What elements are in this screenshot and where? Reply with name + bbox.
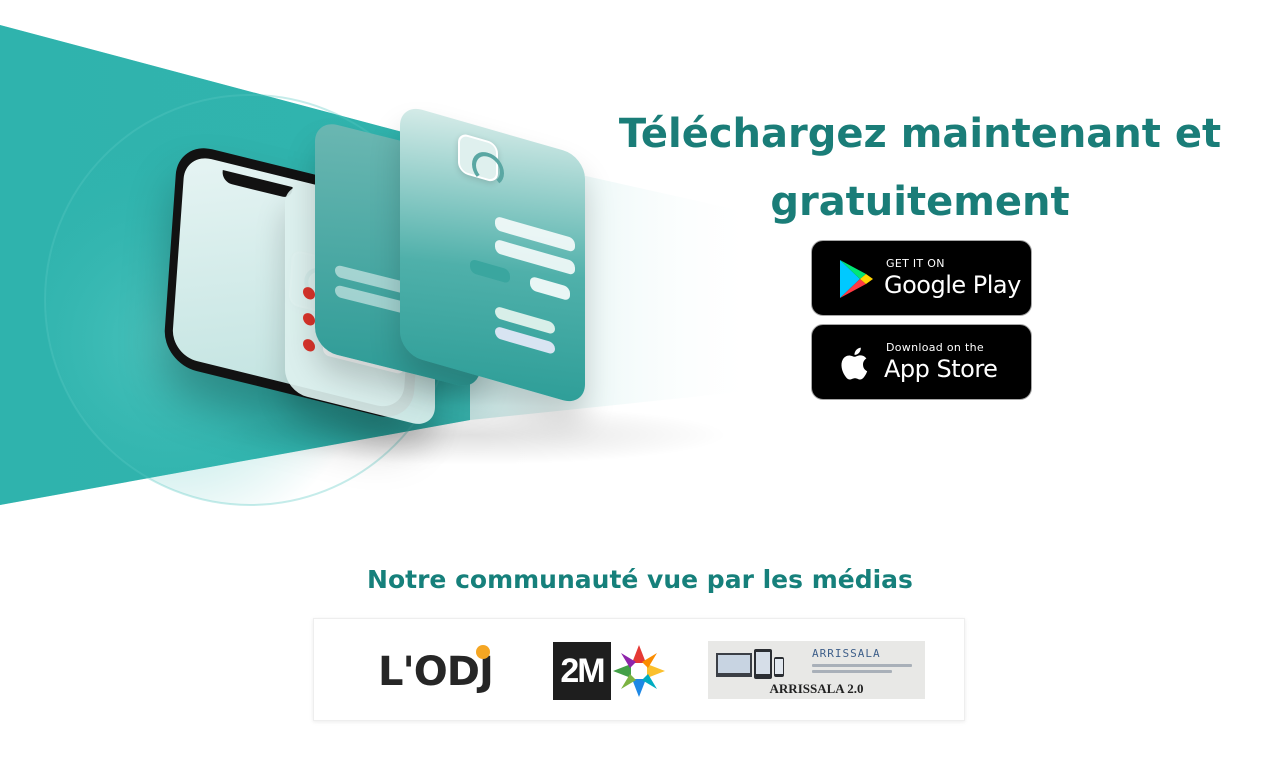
phone-notch [221, 169, 293, 200]
option-dot-icon [303, 311, 315, 327]
arrissala-devices-icon [716, 649, 784, 679]
apple-icon [841, 347, 868, 380]
app-store-small-text: Download on the [886, 341, 984, 354]
option-dot-icon [303, 337, 315, 353]
arrissala-footer: ARRISSALA 2.0 [769, 681, 864, 696]
2m-logo[interactable]: 2M [553, 642, 667, 700]
headline-line-1: Téléchargez maintenant et [618, 111, 1222, 157]
google-play-icon [840, 260, 873, 298]
2m-logo-text: 2M [553, 642, 611, 700]
google-play-label: Google Play [884, 271, 1021, 299]
login-button [470, 258, 510, 285]
google-play-small-text: GET IT ON [886, 257, 945, 270]
signup-button [530, 275, 570, 302]
mockup-shadow [210, 405, 730, 465]
2m-star-icon [611, 642, 667, 700]
lodj-dot-icon [476, 645, 490, 659]
app-store-button[interactable]: Download on the App Store [811, 324, 1032, 400]
arrissala-logo[interactable]: ARRISSALA ARRISSALA 2.0 [708, 641, 925, 699]
google-play-button[interactable]: GET IT ON Google Play [811, 240, 1032, 316]
option-dot-icon [303, 285, 315, 301]
lodj-logo[interactable]: L'ODJ [378, 645, 494, 699]
media-section-title: Notre communauté vue par les médias [367, 565, 913, 594]
arrissala-text-line [812, 670, 892, 673]
media-logos-box: L'ODJ 2M ARRISSALA ARRISSALA 2.0 [313, 618, 965, 721]
headline-line-2: gratuitement [770, 179, 1070, 225]
app-screen-login [400, 103, 585, 407]
app-store-label: App Store [884, 355, 998, 383]
arrissala-header: ARRISSALA [812, 647, 881, 660]
download-headline: Téléchargez maintenant et gratuitement [600, 100, 1240, 236]
arrissala-text-line [812, 664, 912, 667]
app-logo-icon [458, 132, 498, 184]
lodj-logo-text: L'ODJ [378, 649, 494, 695]
